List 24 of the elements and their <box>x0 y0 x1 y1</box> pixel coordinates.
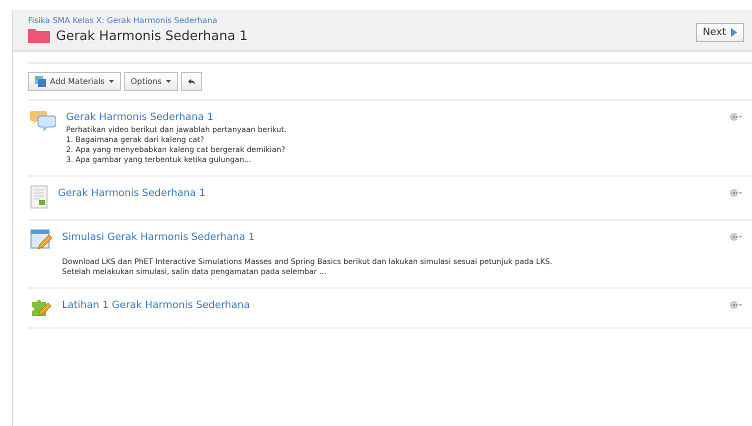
item-title-link[interactable]: Simulasi Gerak Harmonis Sederhana 1 <box>62 232 720 243</box>
page-title: Gerak Harmonis Sederhana 1 <box>56 28 248 44</box>
gear-menu-icon[interactable] <box>730 233 742 241</box>
item-title-link[interactable]: Gerak Harmonis Sederhana 1 <box>58 188 720 199</box>
caret-icon <box>108 80 114 83</box>
breadcrumb-link[interactable]: Fisika SMA Kelas X: Gerak Harmonis Sederhana <box>28 16 248 25</box>
gear-menu-icon[interactable] <box>730 189 742 197</box>
add-materials-button[interactable]: Add Materials <box>28 72 121 91</box>
next-button[interactable]: Next <box>696 23 744 42</box>
options-button[interactable]: Options <box>124 72 178 91</box>
item-title-link[interactable]: Latihan 1 Gerak Harmonis Sederhana <box>62 300 720 311</box>
chat-bubbles-icon <box>30 109 56 131</box>
item-title-link[interactable]: Gerak Harmonis Sederhana 1 <box>66 112 720 123</box>
gear-menu-icon[interactable] <box>730 113 742 121</box>
puzzle-pencil-icon <box>30 297 52 317</box>
add-materials-icon <box>35 76 46 87</box>
gear-menu-icon[interactable] <box>730 301 742 309</box>
undo-icon <box>188 78 195 84</box>
play-arrow-icon <box>731 28 737 37</box>
undo-button[interactable] <box>180 72 202 91</box>
caret-icon <box>166 80 171 83</box>
form-pencil-icon <box>30 229 52 251</box>
document-icon <box>30 185 48 209</box>
folder-icon <box>28 28 50 44</box>
